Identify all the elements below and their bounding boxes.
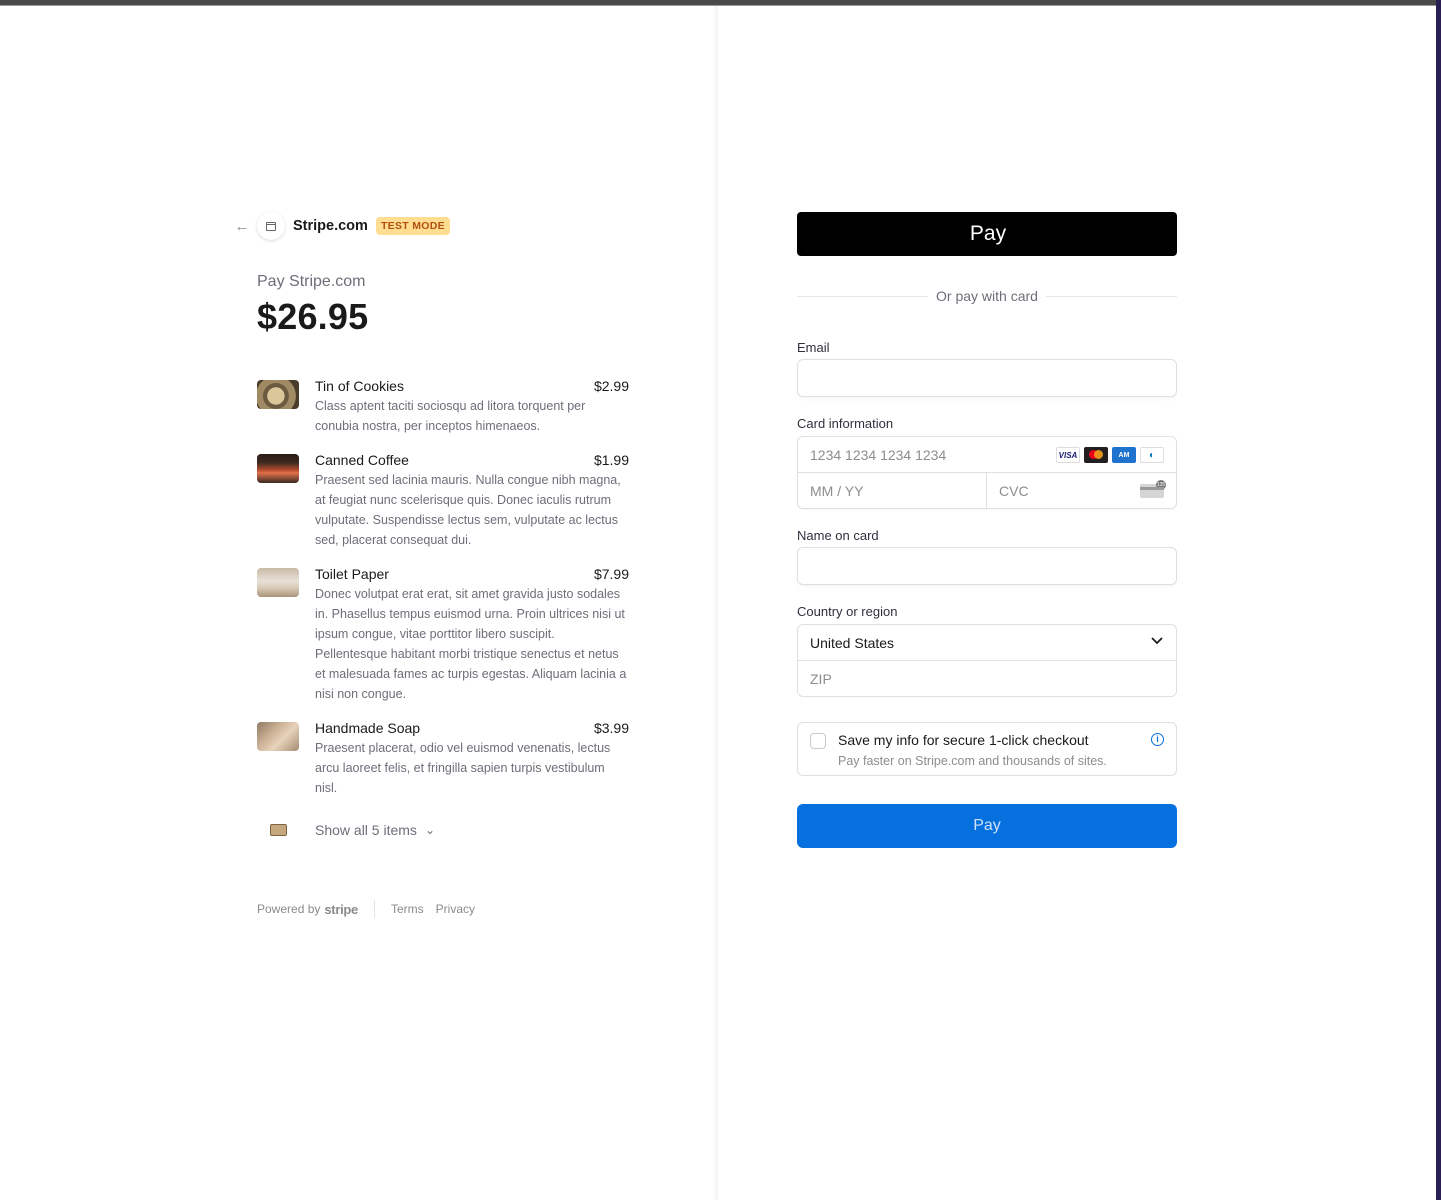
show-all-label: Show all 5 items <box>315 822 417 838</box>
privacy-link[interactable]: Privacy <box>436 902 475 916</box>
cvc-card-icon: 135 <box>1140 480 1166 498</box>
item-name: Canned Coffee <box>315 452 409 468</box>
billing-address-group: United States ZIP <box>797 624 1177 697</box>
item-description: Class aptent taciti sociosqu ad litora t… <box>315 399 586 433</box>
cookies-image <box>257 380 299 409</box>
apple-pay-label: Pay <box>969 222 1007 245</box>
mastercard-icon <box>1084 447 1108 463</box>
email-label: Email <box>797 340 830 355</box>
card-number-field[interactable]: 1234 1234 1234 1234 VISA AM ◐ <box>798 437 1176 473</box>
save-info-box: Save my info for secure 1-click checkout… <box>797 722 1177 776</box>
back-arrow-icon[interactable]: ← <box>235 218 250 235</box>
or-pay-divider: Or pay with card <box>797 288 1177 304</box>
country-value: United States <box>810 635 895 651</box>
show-all-items-button[interactable]: Show all 5 items ⌄ <box>257 822 435 838</box>
or-pay-text: Or pay with card <box>936 288 1038 304</box>
country-label: Country or region <box>797 604 898 619</box>
item-price: $7.99 <box>593 566 629 582</box>
book-icon <box>257 824 299 836</box>
name-on-card-field[interactable] <box>797 547 1177 585</box>
save-info-checkbox[interactable] <box>810 733 826 749</box>
store-icon <box>257 212 285 240</box>
email-field[interactable] <box>797 359 1177 397</box>
item-price: $2.99 <box>593 378 629 394</box>
item-description: Praesent sed lacinia mauris. Nulla congu… <box>315 473 621 547</box>
coffee-image <box>257 454 299 483</box>
chevron-down-icon <box>1150 633 1164 650</box>
merchant-header: ← Stripe.com TEST MODE <box>235 212 450 240</box>
info-icon[interactable]: i <box>1151 733 1164 746</box>
total-amount: $26.95 <box>257 296 369 337</box>
line-item: Tin of Cookies $2.99 Class aptent taciti… <box>257 378 629 436</box>
item-name: Handmade Soap <box>315 720 421 736</box>
cvc-placeholder: CVC <box>999 483 1029 499</box>
item-description: Praesent placerat, odio vel euismod vene… <box>315 741 611 795</box>
name-on-card-label: Name on card <box>797 528 879 543</box>
zip-field[interactable]: ZIP <box>798 661 1176 697</box>
apple-pay-button[interactable]: Pay <box>797 212 1177 256</box>
footer: Powered by stripe Terms Privacy <box>257 900 487 918</box>
payment-form-pane <box>718 6 1436 1200</box>
window-edge <box>1436 0 1441 1200</box>
footer-divider <box>373 900 375 918</box>
item-price: $1.99 <box>593 452 629 468</box>
item-name: Toilet Paper <box>315 566 389 582</box>
expiry-field[interactable]: MM / YY <box>798 473 987 509</box>
line-item: Toilet Paper $7.99 Donec volutpat erat e… <box>257 566 629 704</box>
item-name: Tin of Cookies <box>315 378 404 394</box>
line-item: Handmade Soap $3.99 Praesent placerat, o… <box>257 720 629 798</box>
item-description: Donec volutpat erat erat, sit amet gravi… <box>315 587 627 701</box>
cvc-field[interactable]: CVC 135 <box>987 473 1176 509</box>
merchant-name[interactable]: Stripe.com <box>293 218 368 234</box>
expiry-placeholder: MM / YY <box>810 483 864 499</box>
save-info-subtitle: Pay faster on Stripe.com and thousands o… <box>838 754 1107 768</box>
zip-placeholder: ZIP <box>810 671 832 687</box>
save-info-title: Save my info for secure 1-click checkout <box>838 732 1089 748</box>
terms-link[interactable]: Terms <box>391 902 424 916</box>
test-mode-badge: TEST MODE <box>375 217 450 235</box>
item-price: $3.99 <box>593 720 629 736</box>
powered-by-label: Powered by <box>257 902 321 916</box>
chevron-down-icon: ⌄ <box>424 823 435 837</box>
visa-icon: VISA <box>1056 447 1080 463</box>
line-item: Canned Coffee $1.99 Praesent sed lacinia… <box>257 452 629 550</box>
card-info-label: Card information <box>797 416 894 431</box>
pay-merchant-label: Pay Stripe.com <box>257 273 366 290</box>
soap-image <box>257 722 299 751</box>
stripe-logo[interactable]: stripe <box>324 902 358 917</box>
amex-icon: AM <box>1112 447 1136 463</box>
toilet-paper-image <box>257 568 299 597</box>
country-select[interactable]: United States <box>798 625 1176 661</box>
card-information-group: 1234 1234 1234 1234 VISA AM ◐ MM / YY CV… <box>797 436 1177 509</box>
pay-button[interactable]: Pay <box>797 804 1177 848</box>
line-items-list: Tin of Cookies $2.99 Class aptent taciti… <box>257 378 629 814</box>
diners-icon: ◐ <box>1140 447 1164 463</box>
card-brands: VISA AM ◐ <box>1056 447 1164 463</box>
card-number-placeholder: 1234 1234 1234 1234 <box>810 447 947 463</box>
